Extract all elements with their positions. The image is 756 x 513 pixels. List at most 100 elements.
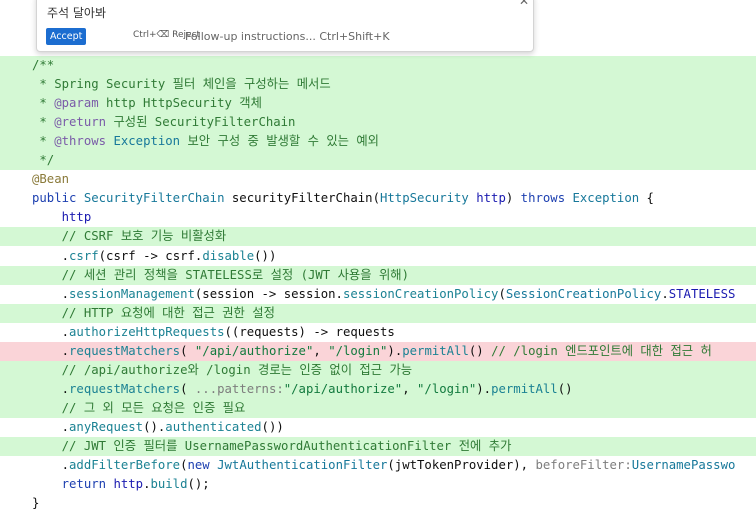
code-line[interactable]: http bbox=[0, 208, 756, 227]
code-token: ()) bbox=[254, 248, 277, 263]
code-token: @param bbox=[54, 96, 99, 111]
code-token: disable bbox=[202, 248, 255, 263]
code-token: ( bbox=[498, 286, 506, 301]
code-token: new bbox=[187, 458, 218, 473]
code-line[interactable]: * @param http HttpSecurity 객체 bbox=[0, 94, 756, 114]
code-token: @throws bbox=[54, 134, 107, 149]
code-line[interactable]: // 그 외 모든 요청은 인증 필요 bbox=[0, 398, 756, 418]
code-line-text: } bbox=[32, 494, 39, 513]
code-line[interactable]: @Bean bbox=[0, 170, 756, 189]
code-line[interactable]: .requestMatchers( "/api/authorize", "/lo… bbox=[0, 341, 756, 361]
code-token: . bbox=[32, 458, 70, 473]
code-token: ()) bbox=[261, 419, 284, 434]
code-token: Exception bbox=[106, 134, 181, 149]
code-line[interactable]: .addFilterBefore(new JwtAuthenticationFi… bbox=[0, 456, 756, 475]
code-editor[interactable]: /** * Spring Security 필터 체인을 구성하는 메서드 * … bbox=[0, 0, 756, 510]
code-token: . bbox=[32, 381, 70, 396]
code-line-text: * @return 구성된 SecurityFilterChain bbox=[32, 113, 295, 132]
code-token: HttpSecurity bbox=[379, 191, 477, 206]
code-token: * bbox=[32, 134, 55, 149]
code-token: beforeFilter: bbox=[535, 458, 632, 473]
code-token: 구성된 SecurityFilterChain bbox=[106, 115, 296, 130]
code-token: @Bean bbox=[32, 172, 70, 187]
code-line[interactable]: .csrf(csrf -> csrf.disable()) bbox=[0, 247, 756, 266]
code-token: . bbox=[32, 324, 70, 339]
code-line[interactable]: // CSRF 보호 기능 비활성화 bbox=[0, 227, 756, 247]
code-token: (); bbox=[187, 477, 210, 492]
code-token: /** bbox=[32, 58, 55, 72]
code-line-text: // /api/authorize와 /login 경로는 인증 없이 접근 가… bbox=[32, 361, 412, 380]
code-token: STATELESS bbox=[668, 286, 736, 301]
code-line-text: .authorizeHttpRequests((requests) -> req… bbox=[32, 323, 395, 342]
code-line[interactable]: * Spring Security 필터 체인을 구성하는 메서드 bbox=[0, 75, 756, 95]
code-line[interactable]: public SecurityFilterChain securityFilte… bbox=[0, 189, 756, 208]
code-token: // JWT 인증 필터를 UsernamePasswordAuthentica… bbox=[32, 439, 512, 453]
code-line[interactable]: return http.build(); bbox=[0, 475, 756, 494]
code-line[interactable]: .requestMatchers( ...patterns:"/api/auth… bbox=[0, 379, 756, 399]
close-icon[interactable]: ✕ bbox=[518, 0, 530, 7]
code-line[interactable]: .sessionManagement(session -> session.se… bbox=[0, 285, 756, 304]
code-token: // 세션 관리 정책을 STATELESS로 설정 (JWT 사용을 위해) bbox=[32, 267, 409, 282]
code-token: ...patterns: bbox=[194, 381, 284, 396]
code-line-text: // 세션 관리 정책을 STATELESS로 설정 (JWT 사용을 위해) bbox=[32, 266, 409, 285]
code-line-text: // CSRF 보호 기능 비활성화 bbox=[32, 227, 227, 246]
code-line[interactable]: * @return 구성된 SecurityFilterChain bbox=[0, 113, 756, 133]
code-token: http HttpSecurity 객체 bbox=[98, 96, 262, 111]
code-token: . bbox=[32, 286, 70, 301]
code-line-text: */ bbox=[32, 151, 54, 170]
code-line-text: // JWT 인증 필터를 UsernamePasswordAuthentica… bbox=[32, 437, 512, 456]
code-token: , bbox=[313, 343, 329, 358]
code-token: (jwtTokenProvider), bbox=[387, 458, 536, 473]
accept-button[interactable]: Accept bbox=[46, 28, 87, 45]
code-line[interactable]: /** bbox=[0, 56, 756, 75]
code-token: */ bbox=[32, 153, 55, 168]
code-line[interactable]: } bbox=[0, 494, 756, 513]
code-line[interactable]: .authorizeHttpRequests((requests) -> req… bbox=[0, 323, 756, 342]
code-token: http bbox=[476, 191, 506, 206]
followup-input[interactable]: Follow-up instructions... Ctrl+Shift+K bbox=[185, 28, 390, 45]
code-token: @return bbox=[54, 115, 107, 130]
code-token: UsernamePasswo bbox=[631, 458, 736, 473]
code-token: * Spring Security 필터 체인을 구성하는 메서드 bbox=[32, 77, 331, 92]
code-token: ). bbox=[387, 343, 403, 358]
code-token: () bbox=[468, 343, 492, 358]
code-token: (csrf -> csrf. bbox=[98, 248, 203, 263]
code-line[interactable]: .anyRequest().authenticated()) bbox=[0, 418, 756, 437]
code-line[interactable]: // HTTP 요청에 대한 접근 권한 설정 bbox=[0, 303, 756, 323]
code-token: SecurityFilterChain bbox=[83, 191, 232, 206]
code-token: // 그 외 모든 요청은 인증 필요 bbox=[32, 400, 246, 415]
code-line[interactable]: // 세션 관리 정책을 STATELESS로 설정 (JWT 사용을 위해) bbox=[0, 265, 756, 285]
code-line-text: .sessionManagement(session -> session.se… bbox=[32, 285, 736, 304]
code-line[interactable]: // /api/authorize와 /login 경로는 인증 없이 접근 가… bbox=[0, 360, 756, 380]
code-token: http bbox=[32, 210, 92, 225]
code-token: anyRequest bbox=[69, 419, 144, 434]
code-token: ). bbox=[476, 381, 492, 396]
code-line-text: public SecurityFilterChain securityFilte… bbox=[32, 189, 654, 208]
code-token: // CSRF 보호 기능 비활성화 bbox=[32, 229, 227, 244]
code-line-text: * @param http HttpSecurity 객체 bbox=[32, 94, 262, 113]
code-token: "/login" bbox=[417, 381, 477, 396]
code-line-text: * @throws Exception 보안 구성 중 발생할 수 있는 예외 bbox=[32, 132, 379, 151]
code-token: permitAll bbox=[402, 343, 469, 358]
code-token: . bbox=[32, 343, 70, 358]
code-line-text: .requestMatchers( "/api/authorize", "/lo… bbox=[32, 342, 712, 361]
code-token: () bbox=[557, 381, 573, 396]
code-line-text: // HTTP 요청에 대한 접근 권한 설정 bbox=[32, 304, 275, 323]
code-token: // /api/authorize와 /login 경로는 인증 없이 접근 가… bbox=[32, 362, 413, 377]
prompt-text[interactable]: 주석 달아봐 bbox=[47, 4, 106, 21]
code-line-text: @Bean bbox=[32, 170, 69, 189]
code-token: authenticated bbox=[165, 419, 262, 434]
code-token: securityFilterChain( bbox=[231, 191, 380, 206]
code-token: "/api/authorize" bbox=[194, 343, 314, 358]
code-token: JwtAuthenticationFilter bbox=[217, 458, 388, 473]
code-line[interactable]: * @throws Exception 보안 구성 중 발생할 수 있는 예외 bbox=[0, 132, 756, 152]
code-token: return bbox=[32, 477, 114, 492]
code-token: . bbox=[32, 419, 70, 434]
code-line[interactable]: // JWT 인증 필터를 UsernamePasswordAuthentica… bbox=[0, 437, 756, 456]
code-token: sessionCreationPolicy bbox=[342, 286, 499, 301]
code-token: * bbox=[32, 96, 55, 111]
code-token: ( bbox=[180, 381, 195, 396]
code-line[interactable]: */ bbox=[0, 151, 756, 171]
ai-inline-edit-popup: 주석 달아봐 ✕ Accept Ctrl+⌫ Reject Follow-up … bbox=[36, 0, 534, 52]
code-token: http bbox=[113, 477, 144, 492]
